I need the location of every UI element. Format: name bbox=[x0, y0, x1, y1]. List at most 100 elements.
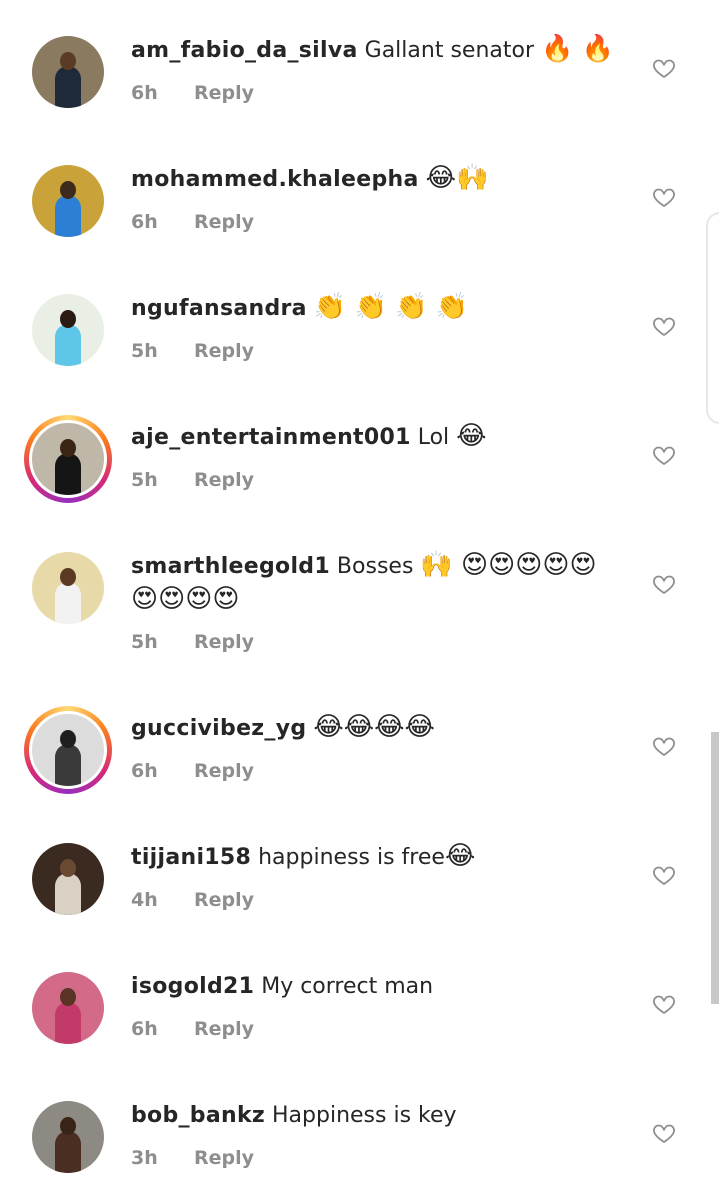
like-heart-icon[interactable] bbox=[652, 56, 676, 80]
side-panel-edge[interactable] bbox=[706, 212, 719, 424]
avatar-person-figure bbox=[55, 195, 81, 237]
avatar-person-figure bbox=[55, 744, 81, 786]
comment-body: Lol bbox=[410, 425, 457, 450]
comment-username[interactable]: isogold21 bbox=[131, 974, 254, 999]
avatar-person-head bbox=[60, 439, 76, 457]
comment-meta: 6h Reply bbox=[131, 760, 254, 782]
comment-body: Bosses bbox=[329, 554, 421, 579]
reply-button[interactable]: Reply bbox=[194, 889, 254, 911]
comment-body bbox=[307, 296, 314, 321]
comment-meta: 5h Reply bbox=[131, 340, 254, 362]
comment-username[interactable]: smarthleegold1 bbox=[131, 554, 330, 579]
comment-timestamp: 4h bbox=[131, 889, 158, 911]
comment-text: tijjani158 happiness is free😂 bbox=[131, 839, 619, 875]
reply-button[interactable]: Reply bbox=[194, 82, 254, 104]
comment-username[interactable]: guccivibez_yg bbox=[131, 716, 306, 741]
like-heart-icon[interactable] bbox=[652, 1121, 676, 1145]
comment-emoji: 🔥 🔥 bbox=[541, 34, 615, 64]
comment-text: aje_entertainment001 Lol 😂 bbox=[131, 419, 619, 455]
comment-text: bob_bankz Happiness is key bbox=[131, 1097, 619, 1133]
avatar-person-head bbox=[60, 568, 76, 586]
avatar-person-head bbox=[60, 310, 76, 328]
comment-emoji: 👏 👏 👏 👏 bbox=[313, 292, 469, 322]
avatar-image bbox=[32, 165, 104, 237]
comment-username[interactable]: bob_bankz bbox=[131, 1103, 265, 1128]
comment-meta: 6h Reply bbox=[131, 82, 254, 104]
reply-button[interactable]: Reply bbox=[194, 469, 254, 491]
like-heart-icon[interactable] bbox=[652, 443, 676, 467]
comment-meta: 5h Reply bbox=[131, 631, 254, 653]
comment-meta: 6h Reply bbox=[131, 1018, 254, 1040]
comment-meta: 4h Reply bbox=[131, 889, 254, 911]
reply-button[interactable]: Reply bbox=[194, 340, 254, 362]
avatar-person-figure bbox=[55, 1002, 81, 1044]
comment-timestamp: 6h bbox=[131, 82, 158, 104]
avatar-person-figure bbox=[55, 324, 81, 366]
like-heart-icon[interactable] bbox=[652, 863, 676, 887]
avatar-image bbox=[29, 420, 107, 498]
reply-button[interactable]: Reply bbox=[194, 1147, 254, 1169]
avatar[interactable] bbox=[32, 552, 104, 624]
avatar-person-head bbox=[60, 988, 76, 1006]
comment-username[interactable]: ngufansandra bbox=[131, 296, 307, 321]
comment-emoji-line-2: 😍😍😍😍 bbox=[131, 584, 240, 614]
comment-timestamp: 6h bbox=[131, 760, 158, 782]
comment-username[interactable]: tijjani158 bbox=[131, 845, 251, 870]
comment-text: guccivibez_yg 😂😂😂😂 bbox=[131, 710, 619, 746]
comment-username[interactable]: mohammed.khaleepha bbox=[131, 167, 419, 192]
avatar-person-figure bbox=[55, 1131, 81, 1173]
reply-button[interactable]: Reply bbox=[194, 631, 254, 653]
comment-body: Gallant senator bbox=[357, 38, 541, 63]
comment-timestamp: 5h bbox=[131, 469, 158, 491]
like-heart-icon[interactable] bbox=[652, 734, 676, 758]
avatar[interactable] bbox=[32, 1101, 104, 1173]
comment-timestamp: 3h bbox=[131, 1147, 158, 1169]
avatar-person-head bbox=[60, 181, 76, 199]
avatar-person-head bbox=[60, 1117, 76, 1135]
comment-body: happiness is free bbox=[251, 845, 445, 870]
avatar-person-figure bbox=[55, 453, 81, 495]
avatar[interactable] bbox=[32, 294, 104, 366]
like-heart-icon[interactable] bbox=[652, 185, 676, 209]
comment-emoji: 😂 bbox=[456, 421, 487, 451]
comment-body: Happiness is key bbox=[265, 1103, 457, 1128]
avatar-image bbox=[32, 36, 104, 108]
avatar-person-figure bbox=[55, 582, 81, 624]
reply-button[interactable]: Reply bbox=[194, 760, 254, 782]
like-heart-icon[interactable] bbox=[652, 314, 676, 338]
avatar[interactable] bbox=[32, 843, 104, 915]
comment-timestamp: 5h bbox=[131, 340, 158, 362]
avatar-image bbox=[32, 1101, 104, 1173]
reply-button[interactable]: Reply bbox=[194, 211, 254, 233]
comment-text: mohammed.khaleepha 😂🙌 bbox=[131, 161, 619, 197]
avatar-story-ring[interactable] bbox=[24, 415, 112, 503]
avatar-image bbox=[32, 972, 104, 1044]
comment-body: My correct man bbox=[254, 974, 434, 999]
like-heart-icon[interactable] bbox=[652, 572, 676, 596]
comment-meta: 3h Reply bbox=[131, 1147, 254, 1169]
reply-button[interactable]: Reply bbox=[194, 1018, 254, 1040]
avatar-image bbox=[32, 294, 104, 366]
avatar-image bbox=[29, 711, 107, 789]
comment-username[interactable]: aje_entertainment001 bbox=[131, 425, 411, 450]
avatar[interactable] bbox=[32, 972, 104, 1044]
comment-emoji: 🙌 😍😍😍😍😍 bbox=[420, 550, 597, 580]
scrollbar[interactable] bbox=[711, 732, 719, 1004]
avatar-story-ring[interactable] bbox=[24, 706, 112, 794]
comment-meta: 6h Reply bbox=[131, 211, 254, 233]
avatar[interactable] bbox=[32, 36, 104, 108]
comment-text: smarthleegold1 Bosses 🙌 😍😍😍😍😍 bbox=[131, 548, 619, 584]
comment-text: ngufansandra 👏 👏 👏 👏 bbox=[131, 290, 619, 326]
like-heart-icon[interactable] bbox=[652, 992, 676, 1016]
avatar-person-head bbox=[60, 730, 76, 748]
avatar[interactable] bbox=[32, 165, 104, 237]
comment-timestamp: 5h bbox=[131, 631, 158, 653]
comment-username[interactable]: am_fabio_da_silva bbox=[131, 38, 358, 63]
comment-meta: 5h Reply bbox=[131, 469, 254, 491]
comment-text: isogold21 My correct man bbox=[131, 968, 619, 1004]
comment-emoji: 😂🙌 bbox=[425, 163, 489, 193]
avatar-image bbox=[32, 843, 104, 915]
comment-timestamp: 6h bbox=[131, 211, 158, 233]
comment-emoji: 😂😂😂😂 bbox=[313, 712, 435, 742]
comment-timestamp: 6h bbox=[131, 1018, 158, 1040]
